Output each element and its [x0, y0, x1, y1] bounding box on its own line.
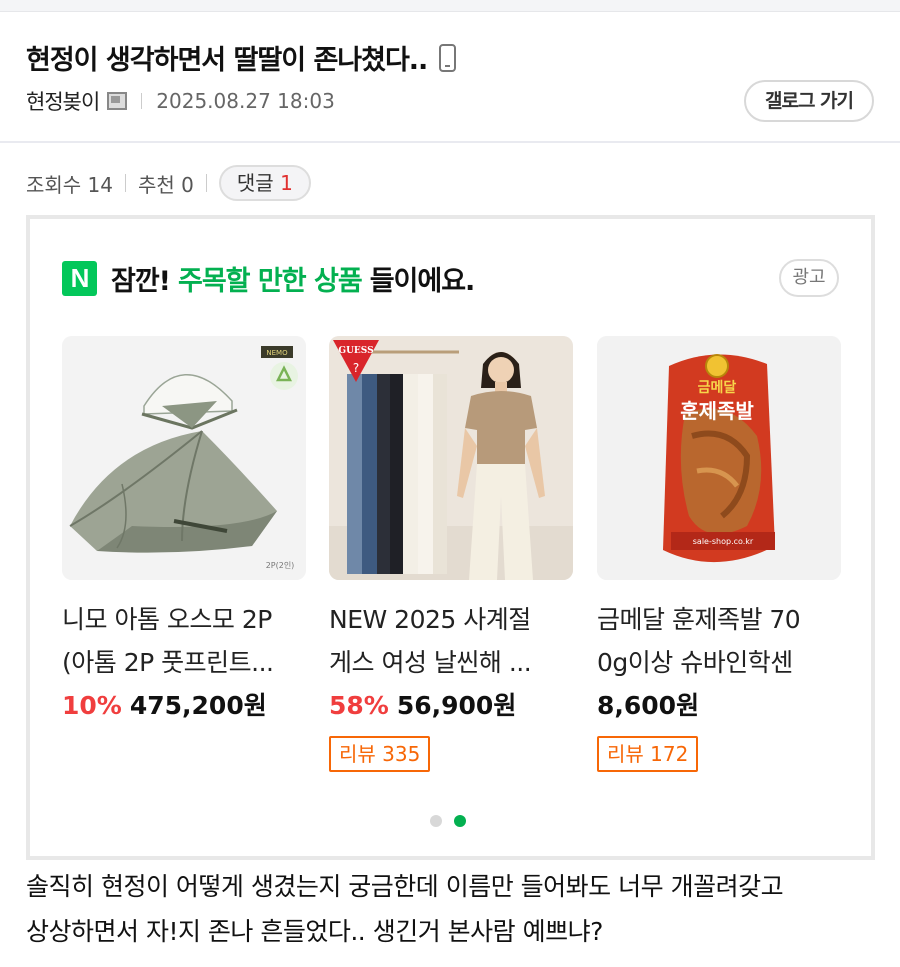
product-name[interactable]: 니모 아톰 오스모 2P (아톰 2P 풋프린트... [62, 598, 306, 684]
post-date: 2025.08.27 18:03 [156, 89, 335, 113]
product-name-line: 금메달 훈제족발 70 [597, 605, 801, 634]
product-price: 475,200원 [129, 691, 267, 720]
carousel-dots [430, 815, 466, 827]
product-list: NEMO 2P(2인) 니모 아톰 오스모 2P (아톰 2P 풋프린트... … [62, 336, 842, 772]
gallog-button[interactable]: 갤로그 가기 [744, 80, 874, 122]
product-image-tent[interactable]: NEMO 2P(2인) [62, 336, 306, 580]
tent-label: 2P(2인) [266, 560, 295, 570]
recommend-count: 추천 0 [138, 172, 194, 197]
product-price: 56,900원 [396, 691, 517, 720]
gallog-icon[interactable] [107, 92, 128, 110]
product-price-row: 58% 56,900원 [329, 686, 573, 722]
food-brand: 금메달 [698, 380, 737, 396]
ad-box: N 잠깐! 주목할 만한 상품 들이에요. 광고 NEMO 2P(2인) 니모 … [26, 215, 875, 860]
product-name-line: NEW 2025 사계절 [329, 605, 531, 634]
divider [125, 174, 127, 192]
svg-text:?: ? [353, 361, 359, 375]
carousel-dot-active[interactable] [454, 815, 466, 827]
post-body-line: 솔직히 현정이 어떻게 생겼는지 궁금한데 이름만 들어봐도 너무 개꼴려갖고 [26, 872, 784, 901]
comments-button[interactable]: 댓글 1 [218, 165, 311, 201]
stats-row: 조회수 14 추천 0 댓글 1 [26, 165, 311, 201]
review-badge[interactable]: 리뷰 172 [597, 736, 699, 772]
product-price: 8,600원 [597, 691, 700, 720]
post-body-line: 상상하면서 자!지 존나 흔들었다.. 생긴거 본사람 예쁘냐? [26, 917, 603, 946]
product-image-pork[interactable]: 금메달 훈제족발 sale-shop.co.kr [597, 336, 841, 580]
product-name[interactable]: NEW 2025 사계절 게스 여성 날씬해 ... [329, 598, 573, 684]
product-name-line: 게스 여성 날씬해 ... [329, 648, 532, 677]
divider [141, 93, 143, 109]
product-price-row: 10% 475,200원 [62, 686, 306, 722]
product-card[interactable]: NEMO 2P(2인) 니모 아톰 오스모 2P (아톰 2P 풋프린트... … [62, 336, 306, 722]
product-discount: 58% [329, 691, 389, 720]
product-name-line: (아톰 2P 풋프린트... [62, 648, 274, 677]
divider [205, 174, 207, 192]
post-body: 솔직히 현정이 어떻게 생겼는지 궁금한데 이름만 들어봐도 너무 개꼴려갖고 … [26, 864, 886, 954]
product-name-line: 0g이상 슈바인학센 [597, 648, 793, 677]
carousel-dot[interactable] [430, 815, 442, 827]
author-name[interactable]: 현정봊이 [26, 86, 100, 116]
mobile-icon [439, 43, 457, 72]
ad-heading-prefix: 잠깐! [111, 266, 171, 297]
product-image-jeans[interactable]: GUESS ? [329, 336, 573, 580]
product-name-line: 니모 아톰 오스모 2P [62, 605, 272, 634]
product-discount: 10% [62, 691, 122, 720]
top-strip [0, 0, 900, 12]
post-title: 현정이 생각하면서 딸딸이 존나쳤다.. [26, 38, 457, 77]
product-card[interactable]: GUESS ? NEW 2025 사계절 게스 여성 날씬해 ... 58% 56… [329, 336, 573, 772]
ad-heading-suffix: 들이에요. [369, 266, 476, 297]
product-price-row: 8,600원 [597, 686, 841, 722]
svg-text:sale-shop.co.kr: sale-shop.co.kr [693, 537, 754, 546]
comments-count: 1 [280, 171, 293, 195]
review-badge[interactable]: 리뷰 335 [329, 736, 431, 772]
post-header: 현정이 생각하면서 딸딸이 존나쳤다.. 현정봊이 2025.08.27 18:… [0, 12, 900, 143]
ad-heading-highlight: 주목할 만한 상품 [178, 266, 363, 297]
naver-logo: N [62, 261, 97, 296]
tent-brand: NEMO [266, 349, 288, 357]
product-name[interactable]: 금메달 훈제족발 70 0g이상 슈바인학센 [597, 598, 841, 684]
ad-heading: N 잠깐! 주목할 만한 상품 들이에요. [62, 259, 476, 298]
jeans-brand: GUESS [338, 346, 373, 356]
view-count: 조회수 14 [26, 172, 114, 197]
post-meta: 현정봊이 2025.08.27 18:03 [26, 88, 335, 114]
ad-badge[interactable]: 광고 [779, 259, 839, 297]
food-name: 훈제족발 [680, 399, 754, 423]
comments-label: 댓글 [236, 171, 274, 195]
post-title-text: 현정이 생각하면서 딸딸이 존나쳤다.. [26, 45, 428, 76]
product-card[interactable]: 금메달 훈제족발 sale-shop.co.kr 금메달 훈제족발 70 0g이… [597, 336, 841, 772]
